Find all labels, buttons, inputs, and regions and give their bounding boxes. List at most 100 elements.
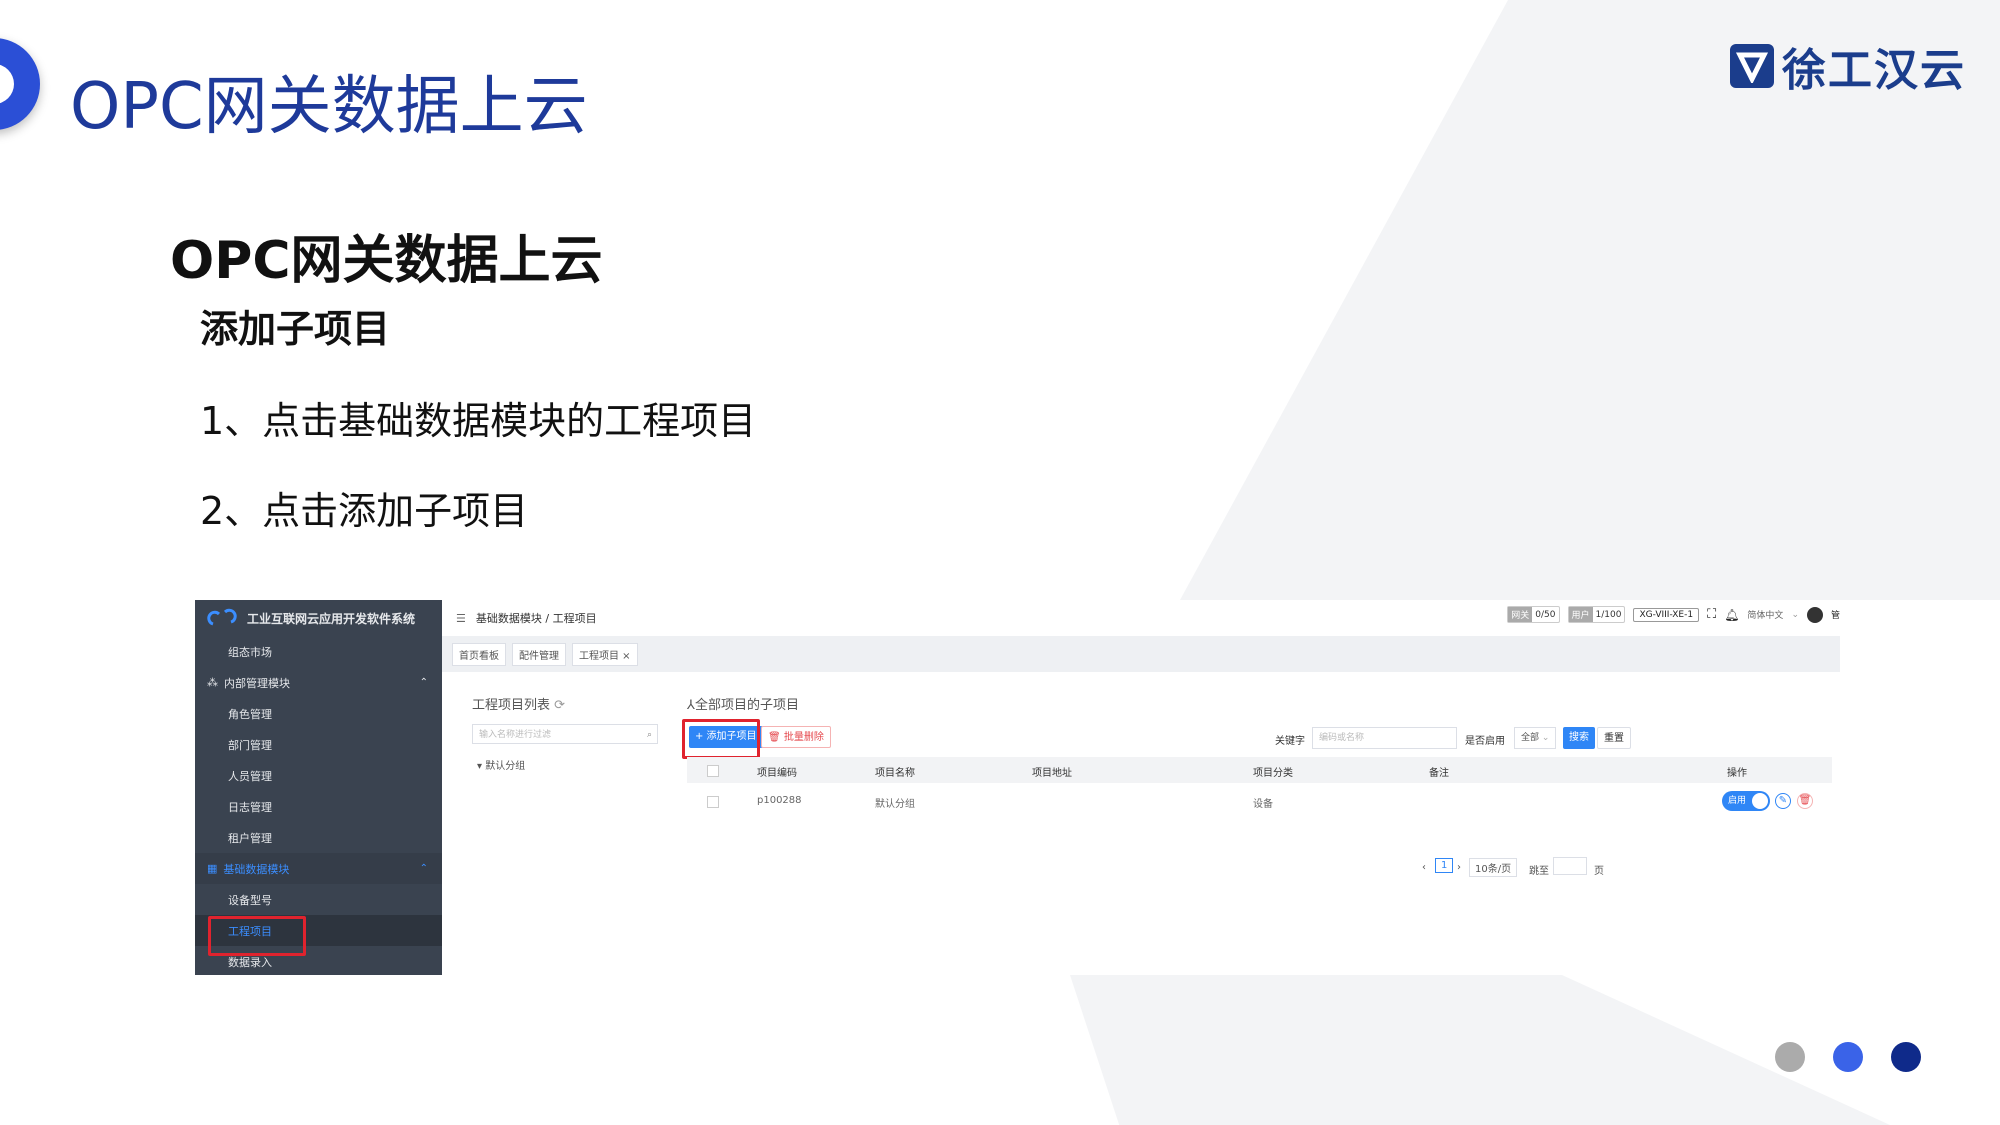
app-screenshot: 工业互联网云应用开发软件系统 组态市场 ⁂ 内部管理模块 ⌃ 角色管理 部门管理…: [195, 600, 1840, 975]
chevron-up-icon: ⌃: [419, 677, 428, 688]
refresh-icon[interactable]: ⟳: [554, 698, 565, 713]
col-header-name: 项目名称: [875, 768, 915, 779]
batch-delete-button[interactable]: 🗑︎ 批量删除: [761, 726, 831, 748]
page-size-select[interactable]: 10条/页: [1469, 858, 1518, 877]
avatar-icon[interactable]: [1806, 606, 1823, 623]
gateway-counter: 网关 0/50: [1507, 606, 1560, 623]
sidebar-item-tenants[interactable]: 租户管理: [195, 822, 442, 853]
chevron-down-icon: ⌄: [1541, 733, 1550, 743]
dot-navy: [1891, 1042, 1921, 1072]
trash-icon: 🗑︎: [768, 732, 781, 743]
sidebar-group-basic-data[interactable]: ▦ 基础数据模块 ⌃: [195, 853, 442, 884]
enabled-select-value: 全部: [1521, 733, 1540, 743]
page-title: OPC网关数据上云: [70, 70, 588, 144]
panel-title: ⅄全部项目的子项目: [687, 694, 799, 713]
sidebar-item-device-models[interactable]: 设备型号: [195, 884, 442, 915]
keyword-input[interactable]: 编码或名称: [1312, 727, 1457, 749]
pager-next-icon[interactable]: ›: [1457, 862, 1461, 873]
logo-icon: [1730, 44, 1774, 88]
dot-blue: [1833, 1042, 1863, 1072]
user-value: 1/100: [1595, 609, 1622, 620]
top-right-controls: 网关 0/50 用户 1/100 XG-VIII-XE-1 ⛶ 🔔︎ 简体中文 ⌄ …: [1507, 606, 1840, 623]
table-header: 项目编码 项目名称 项目地址 项目分类 备注 操作: [687, 757, 1832, 783]
col-header-address: 项目地址: [1032, 768, 1072, 779]
col-header-note: 备注: [1429, 768, 1449, 779]
row-checkbox[interactable]: [707, 796, 719, 808]
tree-node-default-group[interactable]: ▾ 默认分组: [477, 757, 525, 772]
gateway-label: 网关: [1508, 607, 1533, 622]
language-select[interactable]: 简体中文: [1747, 608, 1783, 621]
tabs-bar: 首页看板 配件管理 工程项目 ×: [442, 636, 1840, 672]
sidebar-item-label: 角色管理: [228, 707, 272, 721]
tree-node-label: 默认分组: [485, 761, 526, 772]
main-content: 工程项目列表 ⟳ 输入名称进行过滤 ⌕ ▾ 默认分组 ⅄全部项目的子项目 + 添加…: [457, 682, 1840, 975]
cell-name: 默认分组: [875, 799, 915, 810]
sidebar-item-roles[interactable]: 角色管理: [195, 698, 442, 729]
tree-title-text: 工程项目列表: [472, 698, 551, 713]
sidebar-item-label: 部门管理: [228, 738, 272, 752]
caret-down-icon: ▾: [477, 761, 483, 772]
people-icon: ⁂: [207, 676, 218, 689]
tree-search-input[interactable]: 输入名称进行过滤 ⌕: [472, 724, 658, 744]
cell-category: 设备: [1253, 799, 1273, 810]
keyword-label: 关键字: [1275, 736, 1305, 747]
delete-icon[interactable]: 🗑︎: [1797, 793, 1813, 809]
tab-dashboard[interactable]: 首页看板: [452, 642, 506, 666]
goto-label: 跳至: [1529, 866, 1549, 877]
sidebar-item-market[interactable]: 组态市场: [195, 636, 442, 667]
sidebar-item-label: 基础数据模块: [223, 862, 290, 876]
batch-delete-label: 批量删除: [783, 732, 824, 743]
sidebar-item-label: 租户管理: [228, 831, 272, 845]
background-shape: [1070, 975, 1890, 1125]
user-label: 用户: [1568, 607, 1593, 622]
dot-gray: [1775, 1042, 1805, 1072]
user-name[interactable]: 管: [1831, 608, 1840, 621]
slide-subheading: 添加子项目: [200, 307, 391, 351]
sidebar-group-internal[interactable]: ⁂ 内部管理模块 ⌃: [195, 667, 442, 698]
sidebar-item-staff[interactable]: 人员管理: [195, 760, 442, 791]
chevron-down-icon: ⌄: [1791, 609, 1799, 620]
reset-button[interactable]: 重置: [1597, 727, 1631, 749]
logo-text: 徐工汉云: [1782, 45, 1966, 96]
pagination-dots: [1775, 1042, 1921, 1072]
hierarchy-icon: ⅄: [687, 698, 695, 713]
sidebar-item-departments[interactable]: 部门管理: [195, 729, 442, 760]
slide-heading: OPC网关数据上云: [170, 231, 603, 291]
menu-toggle-icon[interactable]: ☰: [456, 612, 466, 625]
sidebar-brand: 工业互联网云应用开发软件系统: [195, 600, 442, 636]
device-tag[interactable]: XG-VIII-XE-1: [1633, 607, 1700, 622]
cloud-logo-icon: [207, 608, 237, 626]
highlight-box-projects: [208, 916, 306, 956]
enabled-label: 是否启用: [1465, 736, 1505, 747]
col-header-code: 项目编码: [757, 768, 797, 779]
tab-parts[interactable]: 配件管理: [512, 642, 566, 666]
pager-current-page[interactable]: 1: [1435, 858, 1454, 873]
user-counter: 用户 1/100: [1567, 606, 1626, 623]
tree-search-placeholder: 输入名称进行过滤: [479, 730, 552, 740]
select-all-checkbox[interactable]: [707, 765, 719, 777]
step-1: 1、点击基础数据模块的工程项目: [200, 399, 757, 443]
goto-page-input[interactable]: [1553, 857, 1587, 875]
top-bar: ☰ 基础数据模块 / 工程项目 网关 0/50 用户 1/100 XG-VIII-X…: [442, 600, 1840, 636]
panel-title-text: 全部项目的子项目: [694, 698, 799, 713]
page-unit-label: 页: [1594, 866, 1604, 877]
enable-toggle[interactable]: 启用: [1722, 791, 1770, 811]
sidebar-item-logs[interactable]: 日志管理: [195, 791, 442, 822]
brand-name: 工业互联网云应用开发软件系统: [247, 611, 416, 626]
breadcrumb: 基础数据模块 / 工程项目: [475, 612, 597, 625]
enabled-select[interactable]: 全部 ⌄: [1514, 727, 1556, 749]
edit-icon[interactable]: ✎: [1775, 793, 1791, 809]
col-header-category: 项目分类: [1253, 768, 1293, 779]
gateway-value: 0/50: [1535, 609, 1556, 620]
col-header-actions: 操作: [1727, 768, 1747, 779]
logo: 徐工汉云: [1730, 34, 1966, 98]
tab-projects[interactable]: 工程项目 ×: [572, 642, 638, 666]
bell-icon[interactable]: 🔔︎: [1724, 608, 1739, 622]
pager-prev-icon[interactable]: ‹: [1422, 862, 1426, 873]
search-button[interactable]: 搜索: [1563, 727, 1595, 749]
grid-icon: ▦: [207, 862, 218, 875]
fullscreen-icon[interactable]: ⛶: [1707, 607, 1716, 622]
highlight-box-add: [682, 719, 760, 759]
sidebar-item-label: 组态市场: [228, 645, 272, 659]
sidebar-item-label: 日志管理: [228, 800, 272, 814]
